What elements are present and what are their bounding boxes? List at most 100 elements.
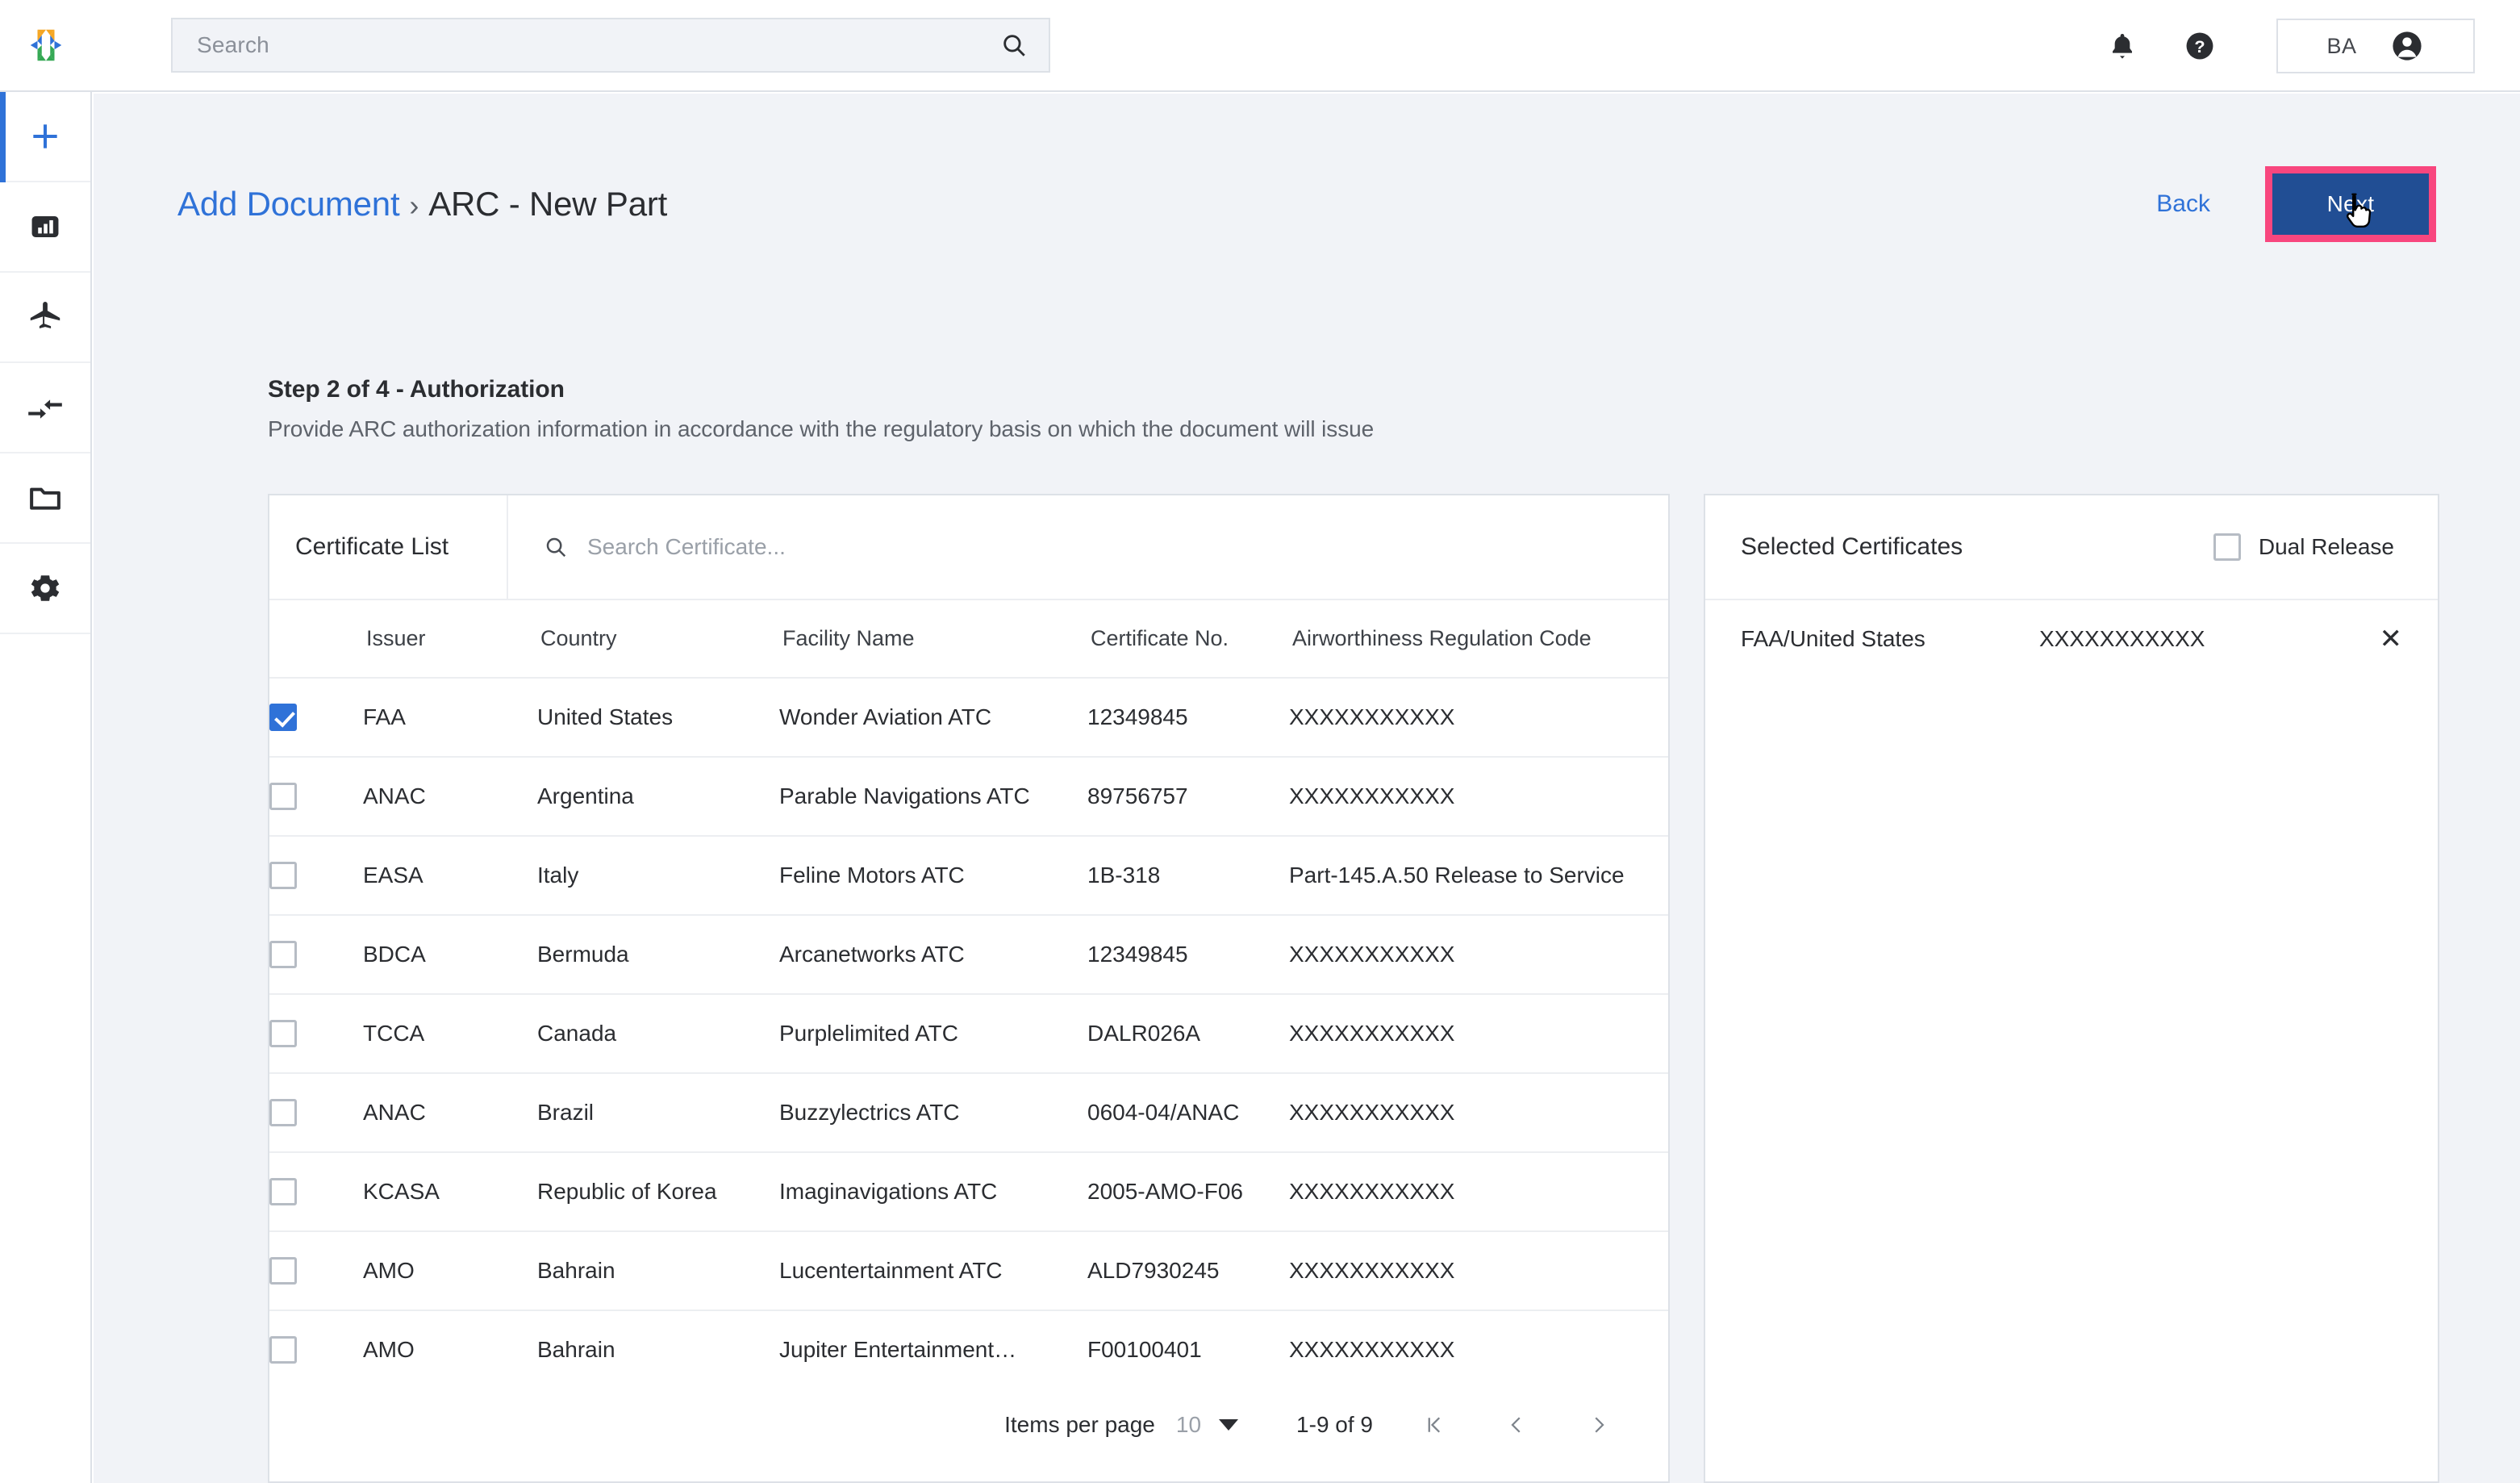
table-row[interactable]: EASA Italy Feline Motors ATC 1B-318 Part-145…: [269, 836, 1668, 916]
selected-certificates-header: Selected Certificates Dual Release: [1705, 495, 2438, 600]
cell-issuer: TCCA: [363, 994, 537, 1074]
row-checkbox[interactable]: [269, 1257, 297, 1285]
help-button[interactable]: ?: [2163, 10, 2236, 82]
cell-facility-name: Feline Motors ATC: [779, 836, 1087, 916]
main-content: Add Document › ARC - New Part Back Next St…: [94, 94, 2520, 1483]
table-row[interactable]: ANAC Brazil Buzzylectrics ATC 0604-04/ANAC X…: [269, 1073, 1668, 1153]
chevron-left-icon: [1511, 1417, 1521, 1433]
cell-facility-name: Imaginavigations ATC: [779, 1152, 1087, 1232]
cell-certificate-no: DALR026A: [1087, 994, 1289, 1074]
table-row[interactable]: FAA United States Wonder Aviation ATC 12349…: [269, 678, 1668, 758]
dual-release-toggle[interactable]: Dual Release: [2213, 533, 2394, 561]
cell-country: Bermuda: [537, 915, 779, 995]
chevron-down-icon[interactable]: [1219, 1419, 1239, 1431]
cell-regulation-code: XXXXXXXXXXX: [1289, 1073, 1668, 1153]
sidebar-item-dashboard[interactable]: [0, 182, 90, 273]
row-select-cell[interactable]: [269, 836, 363, 916]
row-select-cell[interactable]: [269, 1073, 363, 1153]
certificate-table-head: Issuer Country Facility Name Certificate…: [269, 600, 1668, 679]
cell-facility-name: Lucentertainment ATC: [779, 1231, 1087, 1311]
plus-icon: [33, 124, 57, 148]
cell-facility-name: Wonder Aviation ATC: [779, 678, 1087, 758]
certificate-list-header: Certificate List Search Certificate...: [269, 495, 1668, 600]
table-header-issuer: Issuer: [363, 600, 537, 679]
sidebar-item-transfer[interactable]: [0, 363, 90, 453]
top-bar: Search ? BA: [0, 0, 2520, 92]
cell-issuer: BDCA: [363, 915, 537, 995]
row-select-cell[interactable]: [269, 1152, 363, 1232]
row-checkbox[interactable]: [269, 862, 297, 890]
table-row[interactable]: ANAC Argentina Parable Navigations ATC 8975…: [269, 757, 1668, 837]
selected-certificates-card: Selected Certificates Dual Release FAA/U…: [1704, 494, 2439, 1483]
row-checkbox[interactable]: [269, 941, 297, 969]
first-page-button[interactable]: [1413, 1404, 1455, 1446]
table-header-airworthiness-regulation-code: Airworthiness Regulation Code: [1289, 600, 1668, 679]
search-icon[interactable]: [1000, 31, 1028, 59]
row-select-cell[interactable]: [269, 1231, 363, 1311]
selected-certificate-row: FAA/United States XXXXXXXXXXX ✕: [1705, 600, 2438, 678]
bar-chart-icon: [31, 216, 59, 237]
row-checkbox[interactable]: [269, 1020, 297, 1048]
page-title: ARC - New Part: [428, 185, 668, 223]
cell-country: Argentina: [537, 757, 779, 837]
cell-issuer: ANAC: [363, 757, 537, 837]
help-circle-icon: ?: [2186, 32, 2213, 60]
cell-country: Republic of Korea: [537, 1152, 779, 1232]
table-row[interactable]: TCCA Canada Purplelimited ATC DALR026A XXXXX…: [269, 994, 1668, 1074]
sidebar-item-aircraft[interactable]: [0, 273, 90, 363]
row-checkbox[interactable]: [269, 1336, 297, 1364]
row-checkbox[interactable]: [269, 704, 297, 732]
row-select-cell[interactable]: [269, 757, 363, 837]
notifications-button[interactable]: [2086, 10, 2159, 82]
app-logo[interactable]: [0, 0, 92, 91]
header-actions: Back Next: [2156, 166, 2436, 242]
breadcrumb-separator-icon: ›: [409, 189, 419, 222]
back-button[interactable]: Back: [2156, 190, 2210, 218]
cell-certificate-no: 0604-04/ANAC: [1087, 1073, 1289, 1153]
row-checkbox[interactable]: [269, 783, 297, 811]
cell-certificate-no: 89756757: [1087, 757, 1289, 837]
cell-facility-name: Buzzylectrics ATC: [779, 1073, 1087, 1153]
items-per-page-value[interactable]: 10: [1176, 1412, 1201, 1438]
cell-country: Brazil: [537, 1073, 779, 1153]
table-row[interactable]: AMO Bahrain Lucentertainment ATC ALD7930245…: [269, 1231, 1668, 1311]
cell-certificate-no: 12349845: [1087, 915, 1289, 995]
next-page-button[interactable]: [1578, 1404, 1620, 1446]
cell-country: Bahrain: [537, 1231, 779, 1311]
dual-release-checkbox[interactable]: [2213, 533, 2241, 561]
cell-country: United States: [537, 678, 779, 758]
pagination-bar: Items per page 10 1-9 of 9: [269, 1368, 1668, 1481]
global-search-input[interactable]: Search: [171, 18, 1050, 73]
certificate-search-input[interactable]: Search Certificate...: [508, 495, 1668, 599]
row-checkbox[interactable]: [269, 1178, 297, 1206]
row-select-cell[interactable]: [269, 994, 363, 1074]
search-icon: [546, 537, 566, 558]
row-checkbox[interactable]: [269, 1099, 297, 1127]
global-search-placeholder: Search: [197, 32, 269, 57]
previous-page-button[interactable]: [1496, 1404, 1537, 1446]
cell-regulation-code: XXXXXXXXXXX: [1289, 994, 1668, 1074]
airplane-icon: [30, 302, 60, 328]
next-button[interactable]: Next: [2272, 173, 2429, 235]
row-select-cell[interactable]: [269, 915, 363, 995]
hexagon-logo-icon: [30, 29, 62, 61]
row-select-cell[interactable]: [269, 678, 363, 758]
remove-certificate-button[interactable]: ✕: [2380, 625, 2403, 653]
certificate-table: Issuer Country Facility Name Certificate…: [269, 600, 1668, 1390]
certificate-table-body: FAA United States Wonder Aviation ATC 12349…: [269, 678, 1668, 1390]
cell-certificate-no: 2005-AMO-F06: [1087, 1152, 1289, 1232]
table-row[interactable]: KCASA Republic of Korea Imaginavigations A…: [269, 1152, 1668, 1232]
cell-regulation-code: XXXXXXXXXXX: [1289, 915, 1668, 995]
cell-issuer: KCASA: [363, 1152, 537, 1232]
table-row[interactable]: BDCA Bermuda Arcanetworks ATC 12349845 XXXXX…: [269, 915, 1668, 995]
user-menu[interactable]: BA: [2276, 19, 2475, 73]
sidebar-item-settings[interactable]: [0, 544, 90, 634]
items-per-page-label: Items per page: [1004, 1412, 1155, 1437]
sidebar-item-documents[interactable]: [0, 453, 90, 544]
sidebar-item-add[interactable]: [0, 92, 90, 182]
transfer-arrows-icon: [28, 399, 62, 419]
breadcrumb-link-add-document[interactable]: Add Document: [177, 185, 400, 223]
table-header-row: Issuer Country Facility Name Certificate…: [269, 600, 1668, 679]
pagination-range-label: 1-9 of 9: [1296, 1412, 1373, 1437]
cell-facility-name: Purplelimited ATC: [779, 994, 1087, 1074]
